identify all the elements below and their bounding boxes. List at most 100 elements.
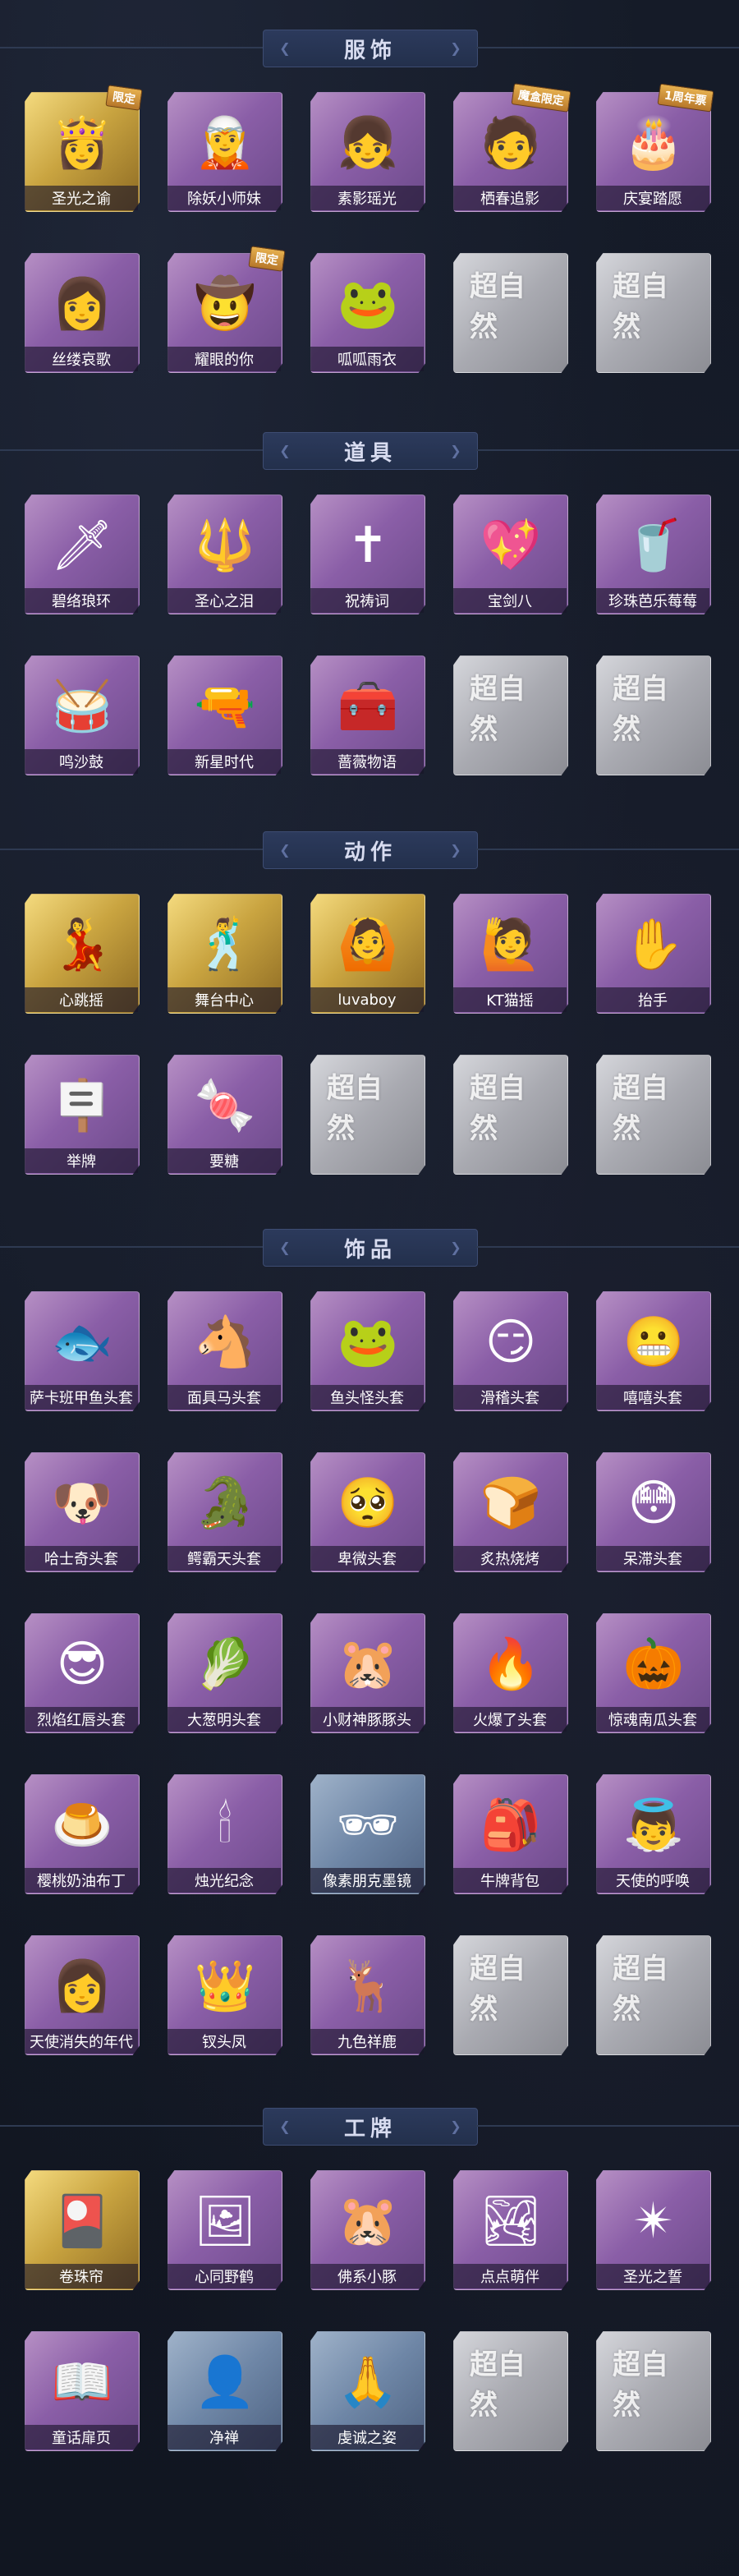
empty-slot-card[interactable]: 超自然 bbox=[310, 1055, 425, 1175]
empty-slot-card[interactable]: 超自然 bbox=[596, 656, 711, 775]
drink-icon: 🥤 bbox=[622, 517, 685, 574]
item-card[interactable]: 🥤 珍珠芭乐莓莓 bbox=[596, 494, 711, 614]
item-card[interactable]: ✋ 抬手 bbox=[596, 894, 711, 1014]
card-label-bar: 嘻嘻头套 bbox=[596, 1385, 709, 1410]
item-card[interactable]: 🖼 心同野鹤 bbox=[168, 2170, 282, 2290]
card-label: 童话扉页 bbox=[52, 2430, 111, 2447]
item-card[interactable]: 👑 钗头凤 bbox=[168, 1935, 282, 2055]
badge-card-icon: 🎴 bbox=[51, 2192, 113, 2250]
croc-head-icon: 🐊 bbox=[194, 1474, 256, 1532]
card-label: 要糖 bbox=[209, 1153, 239, 1171]
card-label: 虔诚之姿 bbox=[337, 2430, 397, 2447]
item-card[interactable]: 👤 净禅 bbox=[168, 2331, 282, 2451]
item-card[interactable]: 😬 嘻嘻头套 bbox=[596, 1291, 711, 1411]
grin-icon: 😬 bbox=[622, 1313, 685, 1371]
item-card[interactable]: 🍮 樱桃奶油布丁 bbox=[25, 1774, 140, 1894]
item-card[interactable]: 🙆 luvaboy bbox=[310, 894, 425, 1014]
item-card[interactable]: 🧝 除妖小师妹 bbox=[168, 92, 282, 212]
divider-line bbox=[0, 1246, 263, 1248]
item-card[interactable]: 😳 呆滞头套 bbox=[596, 1452, 711, 1572]
card-label-bar: luvaboy bbox=[310, 987, 424, 1012]
placeholder-logo: 超自然 bbox=[613, 1953, 668, 2026]
item-card[interactable]: 🐸 呱呱雨衣 bbox=[310, 253, 425, 373]
item-card[interactable]: 🔱 圣心之泪 bbox=[168, 494, 282, 614]
badge-card-icon: ✴ bbox=[632, 2192, 675, 2250]
card-label: 心跳摇 bbox=[59, 992, 103, 1010]
section-tab: ❮ 道具 ❯ bbox=[263, 432, 478, 470]
card-label-bar: 佛系小豚 bbox=[310, 2264, 424, 2288]
item-card[interactable]: 😎 烈焰红唇头套 bbox=[25, 1613, 140, 1733]
card-label: 烈焰红唇头套 bbox=[37, 1712, 126, 1729]
card-label-bar: 珍珠芭乐莓莓 bbox=[596, 588, 709, 613]
item-card[interactable]: 🐹 小财神豚豚头 bbox=[310, 1613, 425, 1733]
item-card[interactable]: 🍞 炙热烧烤 bbox=[453, 1452, 568, 1572]
divider-line bbox=[476, 849, 739, 850]
item-card[interactable]: 😏 滑稽头套 bbox=[453, 1291, 568, 1411]
divider-line bbox=[476, 47, 739, 48]
card-label: 佛系小豚 bbox=[337, 2269, 397, 2286]
empty-slot-card[interactable]: 超自然 bbox=[453, 1055, 568, 1175]
card-label: 鳄霸天头套 bbox=[187, 1551, 261, 1568]
empty-slot-card[interactable]: 超自然 bbox=[596, 2331, 711, 2451]
item-card[interactable]: 🎂 庆宴踏愿 1周年票 bbox=[596, 83, 714, 212]
item-card[interactable]: 👼 天使的呼唤 bbox=[596, 1774, 711, 1894]
item-card[interactable]: 🤠 耀眼的你 限定 bbox=[168, 246, 286, 373]
section-header: ❮ 饰品 ❯ bbox=[0, 1224, 739, 1270]
empty-slot-card[interactable]: 超自然 bbox=[596, 1935, 711, 2055]
badge-card-icon: 🐹 bbox=[337, 2192, 399, 2250]
item-card[interactable]: 🔥 火爆了头套 bbox=[453, 1613, 568, 1733]
card-label-bar: 樱桃奶油布丁 bbox=[25, 1868, 138, 1893]
item-card[interactable]: 💃 心跳摇 bbox=[25, 894, 140, 1014]
empty-slot-card[interactable]: 超自然 bbox=[453, 2331, 568, 2451]
empty-slot-card[interactable]: 超自然 bbox=[596, 253, 711, 373]
placeholder-logo: 超自然 bbox=[613, 673, 668, 746]
item-card[interactable]: 🕯 烛光纪念 bbox=[168, 1774, 282, 1894]
card-label-bar: 面具马头套 bbox=[168, 1385, 281, 1410]
item-card[interactable]: 🏞 点点萌伴 bbox=[453, 2170, 568, 2290]
item-card[interactable]: 🐴 面具马头套 bbox=[168, 1291, 282, 1411]
item-card[interactable]: 👸 圣光之谕 限定 bbox=[25, 85, 143, 212]
empty-slot-card[interactable]: 超自然 bbox=[453, 656, 568, 775]
item-card[interactable]: 👩 丝缕哀歌 bbox=[25, 253, 140, 373]
item-card[interactable]: 🗡 碧络琅环 bbox=[25, 494, 140, 614]
item-card[interactable]: 🙋 KT猫摇 bbox=[453, 894, 568, 1014]
item-card[interactable]: 🥬 大葱明头套 bbox=[168, 1613, 282, 1733]
item-card[interactable]: 🥺 卑微头套 bbox=[310, 1452, 425, 1572]
item-card[interactable]: 🎒 牛牌背包 bbox=[453, 1774, 568, 1894]
item-card[interactable]: 👧 素影瑶光 bbox=[310, 92, 425, 212]
item-card[interactable]: 🔫 新星时代 bbox=[168, 656, 282, 775]
card-label-bar: 鸣沙鼓 bbox=[25, 749, 138, 774]
item-card[interactable]: 🍬 要糖 bbox=[168, 1055, 282, 1175]
placeholder-logo: 超自然 bbox=[470, 1072, 526, 1145]
item-card[interactable]: 🦌 九色祥鹿 bbox=[310, 1935, 425, 2055]
item-card[interactable]: 💖 宝剑八 bbox=[453, 494, 568, 614]
item-card[interactable]: 🐹 佛系小豚 bbox=[310, 2170, 425, 2290]
item-card[interactable]: 👩 天使消失的年代 bbox=[25, 1935, 140, 2055]
item-card[interactable]: 🕺 舞台中心 bbox=[168, 894, 282, 1014]
card-label-bar: 圣光之誓 bbox=[596, 2264, 709, 2288]
item-card[interactable]: 🐸 鱼头怪头套 bbox=[310, 1291, 425, 1411]
section-header: ❮ 动作 ❯ bbox=[0, 826, 739, 872]
item-card[interactable]: 🙏 虔诚之姿 bbox=[310, 2331, 425, 2451]
empty-slot-card[interactable]: 超自然 bbox=[453, 253, 568, 373]
item-card[interactable]: 🥁 鸣沙鼓 bbox=[25, 656, 140, 775]
item-card[interactable]: 🕶 像素朋克墨镜 bbox=[310, 1774, 425, 1894]
card-label-bar: 点点萌伴 bbox=[453, 2264, 567, 2288]
item-card[interactable]: 🐊 鳄霸天头套 bbox=[168, 1452, 282, 1572]
item-card[interactable]: 🧑 栖春追影 魔盒限定 bbox=[453, 83, 571, 212]
item-card[interactable]: 🐶 哈士奇头套 bbox=[25, 1452, 140, 1572]
item-card[interactable]: ✝ 祝祷词 bbox=[310, 494, 425, 614]
item-card[interactable]: 🧰 蔷薇物语 bbox=[310, 656, 425, 775]
placeholder-logo: 超自然 bbox=[470, 270, 526, 343]
item-card[interactable]: 🐟 萨卡班甲鱼头套 bbox=[25, 1291, 140, 1411]
item-card[interactable]: 🎴 卷珠帘 bbox=[25, 2170, 140, 2290]
empty-slot-card[interactable]: 超自然 bbox=[596, 1055, 711, 1175]
item-card[interactable]: 🎃 惊魂南瓜头套 bbox=[596, 1613, 711, 1733]
item-card[interactable]: 📖 童话扉页 bbox=[25, 2331, 140, 2451]
empty-slot-card[interactable]: 超自然 bbox=[453, 1935, 568, 2055]
item-card[interactable]: ✴ 圣光之誓 bbox=[596, 2170, 711, 2290]
card-label-bar: 哈士奇头套 bbox=[25, 1546, 138, 1571]
item-card[interactable]: 🪧 举牌 bbox=[25, 1055, 140, 1175]
section-header: ❮ 工牌 ❯ bbox=[0, 2103, 739, 2149]
card-label: 圣光之誓 bbox=[623, 2269, 682, 2286]
